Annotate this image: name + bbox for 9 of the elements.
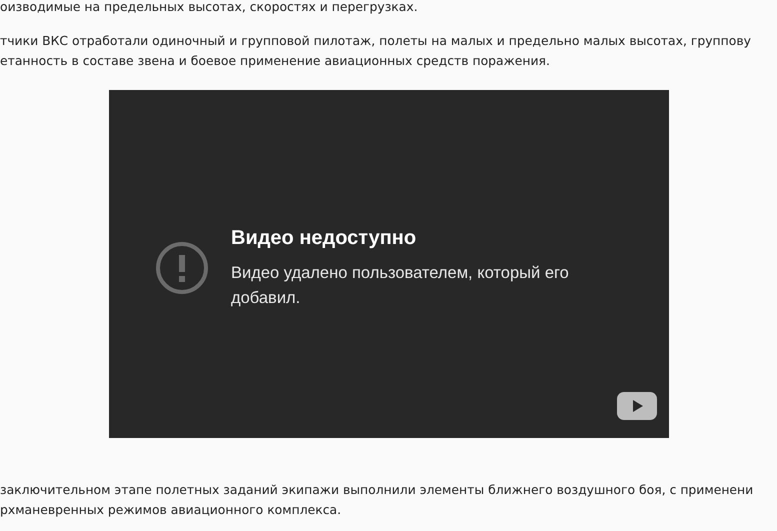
warning-icon — [155, 241, 209, 295]
paragraph-line: рхманевренных режимов авиационного комплекса. — [0, 501, 342, 519]
paragraph-line: тчики ВКС отработали одиночный и групповой пилотаж, полеты на малых и предельно малых высотах, группову — [0, 32, 751, 50]
video-message: Видео удалено пользователем, который его добавил. — [231, 263, 570, 309]
video-title: Видео недоступно — [231, 226, 416, 251]
paragraph-line: етанность в составе звена и боевое применение авиационных средств поражения. — [0, 52, 550, 70]
paragraph-line: заключительном этапе полетных заданий экипажи выполнили элементы ближнего воздушного боя, с применени — [0, 481, 754, 499]
paragraph-line: оизводимые на предельных высотах, скоростях и перегрузках. — [0, 0, 418, 16]
play-logo-icon — [617, 392, 657, 420]
